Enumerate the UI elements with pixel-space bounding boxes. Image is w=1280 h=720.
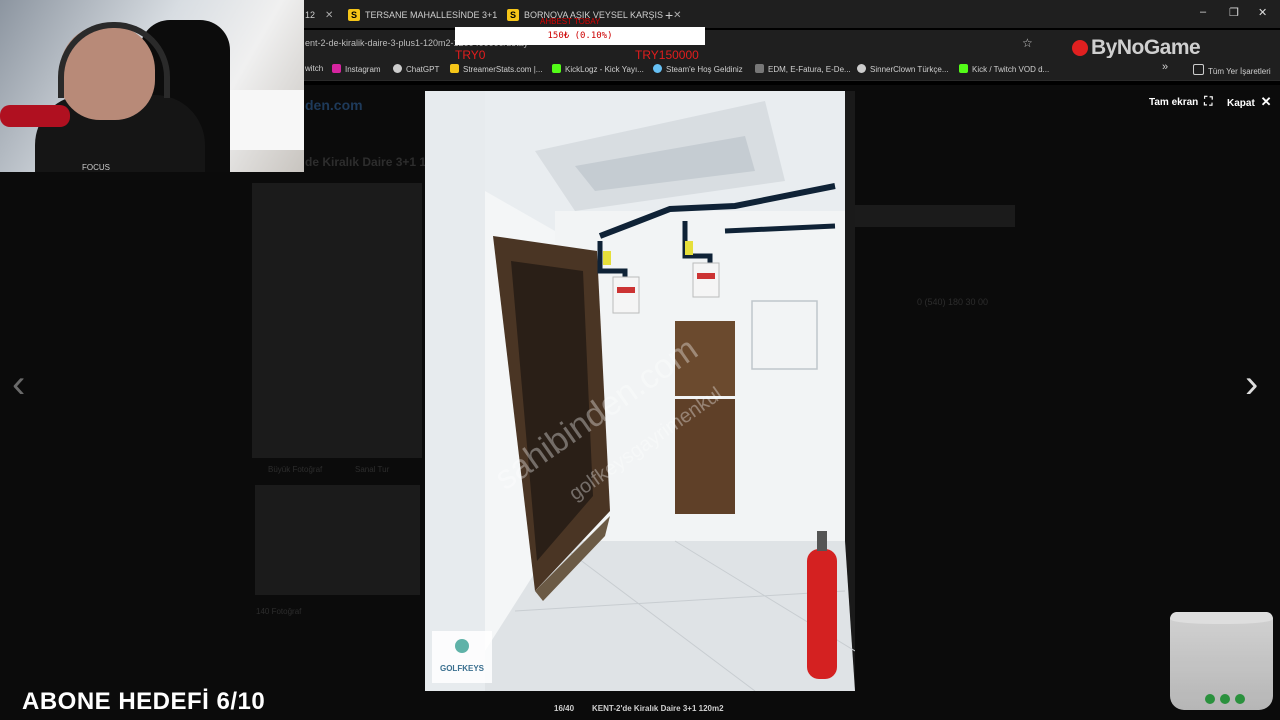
fullscreen-icon: ⛶: [1204, 94, 1213, 108]
globe-icon: [857, 64, 866, 73]
tab-2[interactable]: S TERSANE MAHALLESİNDE 3+1 ✕: [348, 4, 516, 26]
clover-icon: [1220, 694, 1230, 704]
sidebar-box: [855, 205, 1015, 227]
fullscreen-label: Tam ekran: [1149, 97, 1199, 108]
previous-photo-arrow-icon[interactable]: ‹: [12, 362, 25, 407]
photos-tab: Büyük Fotoğraf: [268, 465, 323, 474]
bynogame-logo: ByNoGame: [1072, 36, 1201, 60]
webcam-overlay: FOCUS: [0, 0, 304, 172]
close-window-button[interactable]: ✕: [1258, 6, 1267, 19]
phone-number: 0 (540) 180 30 00: [917, 297, 989, 307]
bookmark-instagram[interactable]: Instagram: [332, 64, 381, 74]
microphone: [0, 105, 70, 127]
tab-close-icon[interactable]: ✕: [673, 10, 681, 21]
tab-title: 12: [305, 10, 316, 20]
golfkeys-logo-icon: [455, 639, 469, 653]
thumbnails-placeholder: [255, 485, 420, 595]
bookmark-streamerstats[interactable]: StreamerStats.com |...: [450, 64, 542, 74]
bookmark-kicklogz[interactable]: KickLogz - Kick Yayı...: [552, 64, 644, 74]
shirt-text: FOCUS: [82, 163, 110, 172]
bookmark-chatgpt[interactable]: ChatGPT: [393, 64, 439, 74]
virtual-tour-tab: Sanal Tur: [355, 465, 390, 474]
bookmark-steam[interactable]: Steam'e Hoş Geldiniz: [653, 64, 743, 74]
golfkeys-logo-text: GOLFKEYS: [440, 664, 485, 673]
bookmark-star-icon[interactable]: ☆: [1022, 36, 1033, 50]
tab-title: TERSANE MAHALLESİNDE 3+1: [365, 10, 498, 20]
bynogame-logo-icon: [1072, 40, 1088, 57]
bookmark-label: KickLogz - Kick Yayı...: [565, 65, 644, 74]
bookmark-sinnerclown[interactable]: SinnerClown Türkçe...: [857, 64, 949, 74]
streamerstats-icon: [450, 64, 459, 73]
bookmark-kick-vod[interactable]: Kick / Twitch VOD d...: [959, 64, 1049, 74]
main-photo-placeholder: [252, 183, 422, 458]
clover-icon: [1205, 694, 1215, 704]
tab-close-icon[interactable]: ✕: [325, 10, 333, 21]
bookmark-label: witch: [305, 64, 324, 73]
sahibinden-favicon-icon: S: [348, 9, 360, 21]
glass-overlay: [1170, 612, 1273, 710]
maximize-button[interactable]: ❐: [1229, 6, 1239, 19]
donation-left-total: TRY0: [455, 48, 486, 62]
bed: [225, 90, 304, 150]
tab-1[interactable]: 12 ✕: [305, 4, 333, 26]
photo-count: 140 Fotoğraf: [256, 607, 302, 616]
donation-alert: AHBEST TOBAY 150₺ (0.10%) TRY0 TRY150000: [455, 17, 705, 62]
all-bookmarks-label: Tüm Yer İşaretleri: [1208, 67, 1271, 76]
bookmark-label: Steam'e Hoş Geldiniz: [666, 65, 743, 74]
sahibinden-favicon-icon: S: [507, 9, 519, 21]
subscriber-goal: ABONE HEDEFİ 6/10: [22, 688, 266, 715]
donation-right-total: TRY150000: [635, 48, 699, 62]
bookmark-label: EDM, E-Fatura, E-De...: [768, 65, 851, 74]
donor-name: AHBEST TOBAY: [540, 17, 601, 26]
bynogame-logo-text: ByNoGame: [1091, 36, 1201, 59]
new-tab-button[interactable]: +: [665, 4, 673, 26]
close-icon: ✕: [1260, 94, 1272, 109]
kicklogz-icon: [552, 64, 561, 73]
fullscreen-button[interactable]: Tam ekran ⛶: [1149, 94, 1212, 109]
bookmark-label: ChatGPT: [406, 65, 440, 74]
photo-counter: 16/40: [554, 704, 575, 713]
close-label: Kapat: [1227, 98, 1255, 109]
glass-rim: [1170, 612, 1273, 624]
photo-caption: KENT-2'de Kiralık Daire 3+1 120m2: [592, 704, 724, 713]
minimize-button[interactable]: ‒: [1200, 6, 1206, 18]
bookmark-label: Kick / Twitch VOD d...: [972, 65, 1050, 74]
all-bookmarks[interactable]: Tüm Yer İşaretleri: [1193, 64, 1271, 76]
instagram-icon: [332, 64, 341, 73]
bookmark-label: Instagram: [345, 65, 381, 74]
listing-title: de Kiralık Daire 3+1 1: [305, 155, 427, 169]
kick-icon: [959, 64, 968, 73]
bookmarks-more-button[interactable]: »: [1162, 61, 1168, 73]
next-photo-arrow-icon[interactable]: ›: [1245, 362, 1258, 407]
site-logo: den.com: [305, 97, 363, 113]
gallery-photo: sahibinden.com golfkeysgayrimenkul GOLFK…: [425, 91, 855, 691]
close-gallery-button[interactable]: Kapat ✕: [1227, 94, 1271, 110]
bookmark-edm[interactable]: EDM, E-Fatura, E-De...: [755, 64, 851, 74]
donation-amount: 150₺ (0.10%): [547, 31, 613, 41]
bookmark-label: StreamerStats.com |...: [463, 65, 543, 74]
bookmark-label: SinnerClown Türkçe...: [870, 65, 949, 74]
steam-icon: [653, 64, 662, 73]
hallway-photo-illustration: sahibinden.com golfkeysgayrimenkul GOLFK…: [425, 91, 855, 691]
edm-icon: [755, 64, 764, 73]
folder-icon: [1193, 64, 1204, 75]
bookmark-twitch[interactable]: witch: [305, 64, 323, 73]
chatgpt-icon: [393, 64, 402, 73]
clover-icon: [1235, 694, 1245, 704]
